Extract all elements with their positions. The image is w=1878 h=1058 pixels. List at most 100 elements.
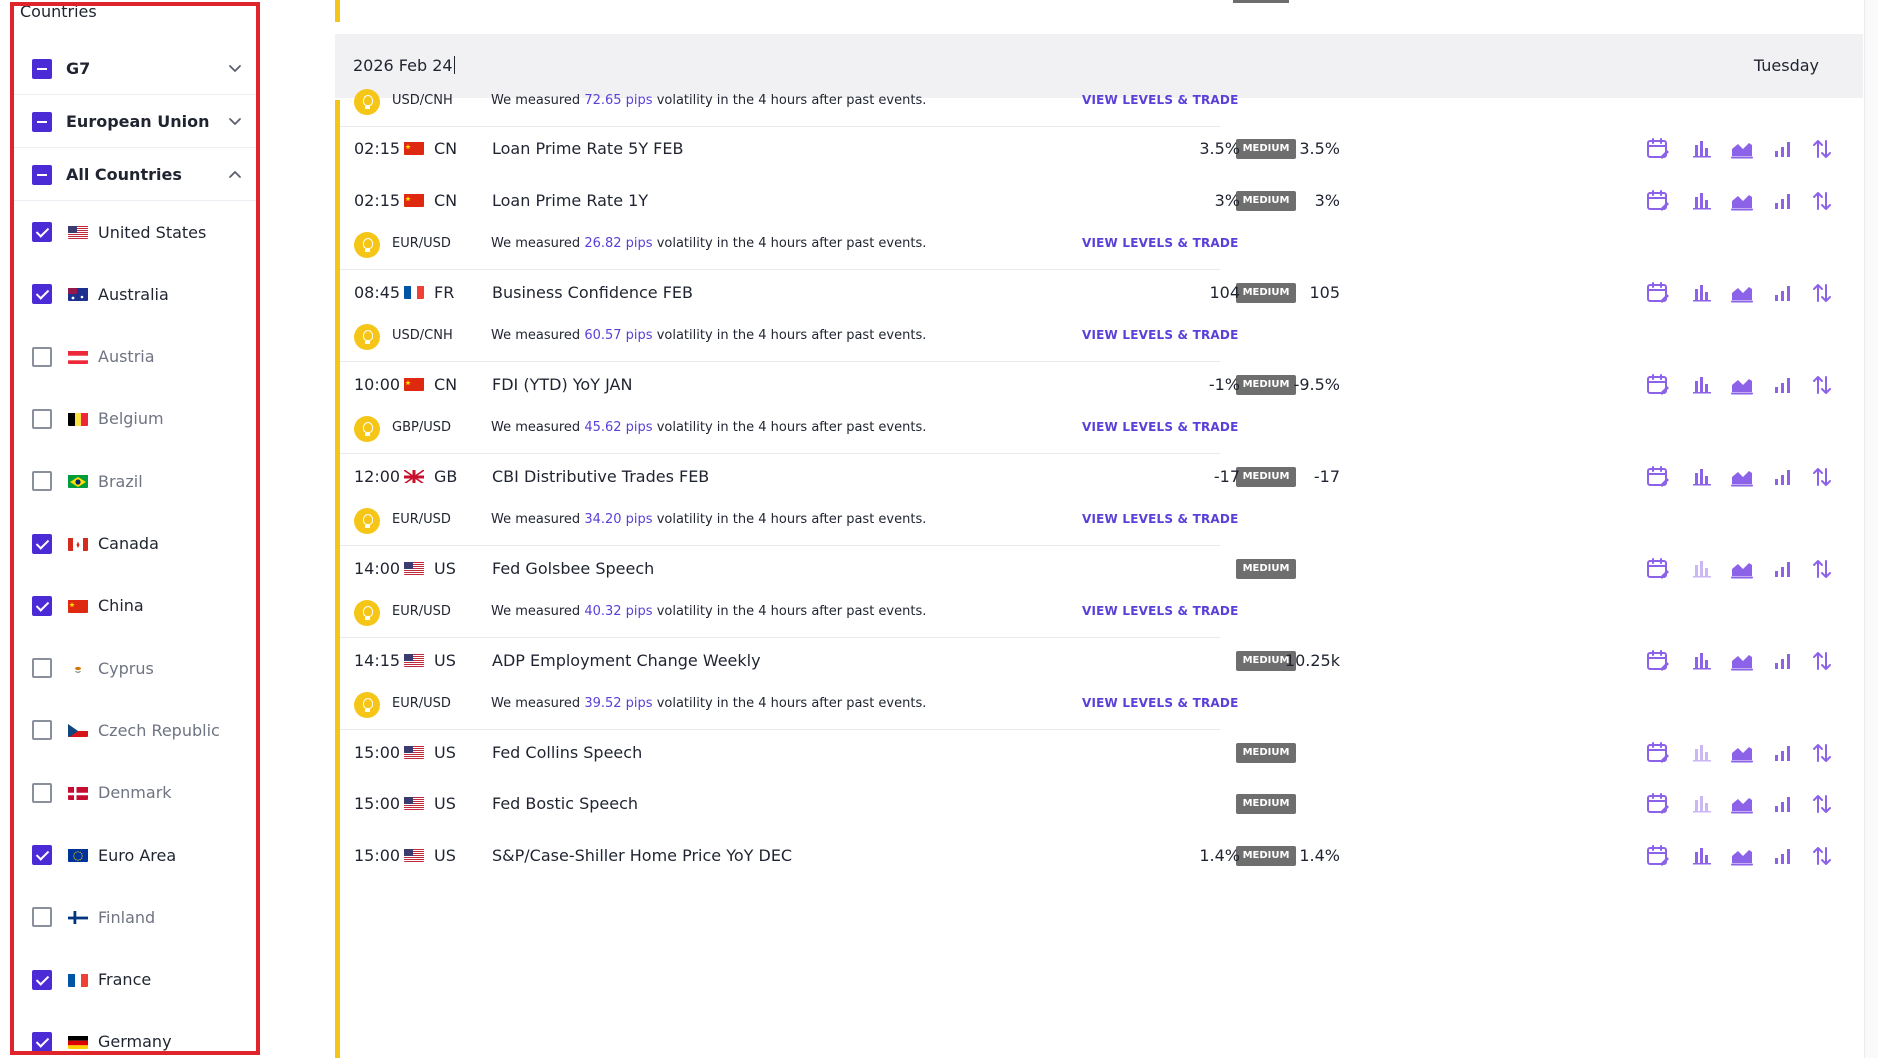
view-levels-trade-link[interactable]: VIEW LEVELS & TRADE: [1082, 420, 1238, 434]
event-row[interactable]: 15:00 US Fed Bostic Speech MEDIUM: [340, 775, 1860, 833]
country-checkbox[interactable]: [32, 658, 52, 679]
area-chart-icon[interactable]: [1729, 188, 1755, 214]
bar-chart-icon[interactable]: [1689, 464, 1715, 490]
event-row[interactable]: 02:15 CN Loan Prime Rate 5Y FEB MEDIUM 3.5% 3…: [340, 120, 1860, 178]
column-chart-icon[interactable]: [1770, 648, 1796, 674]
bar-chart-icon[interactable]: [1689, 791, 1715, 817]
bar-chart-icon[interactable]: [1689, 556, 1715, 582]
column-chart-icon[interactable]: [1770, 740, 1796, 766]
group-checkbox[interactable]: [32, 111, 52, 132]
calendar-edit-icon[interactable]: [1645, 648, 1671, 674]
event-name[interactable]: ADP Employment Change Weekly: [492, 651, 761, 670]
country-checkbox[interactable]: [32, 533, 52, 554]
column-chart-icon[interactable]: [1770, 464, 1796, 490]
country-checkbox[interactable]: [32, 1031, 52, 1052]
area-chart-icon[interactable]: [1729, 843, 1755, 869]
country-checkbox[interactable]: [32, 782, 52, 803]
country-checkbox[interactable]: [32, 907, 52, 928]
calendar-edit-icon[interactable]: [1645, 280, 1671, 306]
country-item[interactable]: Australia: [14, 274, 256, 314]
calendar-edit-icon[interactable]: [1645, 464, 1671, 490]
country-item[interactable]: Brazil: [14, 461, 256, 501]
view-levels-trade-link[interactable]: VIEW LEVELS & TRADE: [1082, 696, 1238, 710]
view-levels-trade-link[interactable]: VIEW LEVELS & TRADE: [1082, 328, 1238, 342]
sort-arrows-icon[interactable]: [1809, 464, 1835, 490]
country-group-row[interactable]: European Union: [14, 96, 256, 148]
calendar-edit-icon[interactable]: [1645, 372, 1671, 398]
area-chart-icon[interactable]: [1729, 556, 1755, 582]
calendar-edit-icon[interactable]: [1645, 740, 1671, 766]
sort-arrows-icon[interactable]: [1809, 280, 1835, 306]
chevron-up-icon[interactable]: [226, 165, 244, 183]
view-levels-trade-link[interactable]: VIEW LEVELS & TRADE: [1082, 512, 1238, 526]
country-checkbox[interactable]: [32, 284, 52, 305]
country-item[interactable]: Czech Republic: [14, 710, 256, 750]
sort-arrows-icon[interactable]: [1809, 556, 1835, 582]
event-name[interactable]: Business Confidence FEB: [492, 283, 693, 302]
sort-arrows-icon[interactable]: [1809, 136, 1835, 162]
calendar-edit-icon[interactable]: [1645, 843, 1671, 869]
group-checkbox[interactable]: [32, 164, 52, 185]
area-chart-icon[interactable]: [1729, 791, 1755, 817]
event-name[interactable]: FDI (YTD) YoY JAN: [492, 375, 632, 394]
bar-chart-icon[interactable]: [1689, 372, 1715, 398]
chevron-down-icon[interactable]: [226, 59, 244, 77]
column-chart-icon[interactable]: [1770, 280, 1796, 306]
area-chart-icon[interactable]: [1729, 372, 1755, 398]
view-levels-trade-link[interactable]: VIEW LEVELS & TRADE: [1082, 604, 1238, 618]
country-checkbox[interactable]: [32, 346, 52, 367]
bar-chart-icon[interactable]: [1689, 648, 1715, 674]
country-checkbox[interactable]: [32, 222, 52, 242]
country-group-row[interactable]: All Countries: [14, 149, 256, 201]
area-chart-icon[interactable]: [1729, 136, 1755, 162]
calendar-edit-icon[interactable]: [1645, 136, 1671, 162]
bar-chart-icon[interactable]: [1689, 280, 1715, 306]
area-chart-icon[interactable]: [1729, 280, 1755, 306]
calendar-edit-icon[interactable]: [1645, 188, 1671, 214]
column-chart-icon[interactable]: [1770, 136, 1796, 162]
event-name[interactable]: Fed Collins Speech: [492, 743, 642, 762]
event-row[interactable]: 15:00 US S&P/Case-Shiller Home Price YoY D…: [340, 827, 1860, 885]
sort-arrows-icon[interactable]: [1809, 843, 1835, 869]
country-item[interactable]: China: [14, 586, 256, 626]
country-item[interactable]: France: [14, 960, 256, 1000]
column-chart-icon[interactable]: [1770, 556, 1796, 582]
country-item[interactable]: Austria: [14, 337, 256, 377]
date-input[interactable]: 2026 Feb 24: [353, 56, 455, 75]
bar-chart-icon[interactable]: [1689, 740, 1715, 766]
bar-chart-icon[interactable]: [1689, 188, 1715, 214]
column-chart-icon[interactable]: [1770, 188, 1796, 214]
calendar-edit-icon[interactable]: [1645, 791, 1671, 817]
calendar-edit-icon[interactable]: [1645, 556, 1671, 582]
view-levels-trade-link[interactable]: VIEW LEVELS & TRADE: [1082, 236, 1238, 250]
bar-chart-icon[interactable]: [1689, 136, 1715, 162]
sort-arrows-icon[interactable]: [1809, 740, 1835, 766]
chevron-down-icon[interactable]: [226, 112, 244, 130]
country-checkbox[interactable]: [32, 969, 52, 990]
event-name[interactable]: Loan Prime Rate 5Y FEB: [492, 139, 683, 158]
country-checkbox[interactable]: [32, 595, 52, 616]
group-checkbox[interactable]: [32, 58, 52, 79]
country-item[interactable]: Canada: [14, 524, 256, 564]
sort-arrows-icon[interactable]: [1809, 188, 1835, 214]
country-item[interactable]: Germany: [14, 1022, 256, 1058]
event-name[interactable]: Loan Prime Rate 1Y: [492, 191, 648, 210]
country-item[interactable]: Denmark: [14, 773, 256, 813]
area-chart-icon[interactable]: [1729, 648, 1755, 674]
country-checkbox[interactable]: [32, 845, 52, 865]
event-name[interactable]: CBI Distributive Trades FEB: [492, 467, 709, 486]
event-row[interactable]: 15:00 US Fed Collins Speech MEDIUM: [340, 724, 1860, 782]
sort-arrows-icon[interactable]: [1809, 648, 1835, 674]
column-chart-icon[interactable]: [1770, 372, 1796, 398]
sort-arrows-icon[interactable]: [1809, 791, 1835, 817]
column-chart-icon[interactable]: [1770, 791, 1796, 817]
country-item[interactable]: Finland: [14, 897, 256, 937]
event-name[interactable]: Fed Golsbee Speech: [492, 559, 654, 578]
event-name[interactable]: Fed Bostic Speech: [492, 794, 638, 813]
area-chart-icon[interactable]: [1729, 740, 1755, 766]
country-item[interactable]: United States: [14, 212, 256, 252]
country-checkbox[interactable]: [32, 408, 52, 429]
country-item[interactable]: Belgium: [14, 399, 256, 439]
country-item[interactable]: Cyprus: [14, 648, 256, 688]
bar-chart-icon[interactable]: [1689, 843, 1715, 869]
